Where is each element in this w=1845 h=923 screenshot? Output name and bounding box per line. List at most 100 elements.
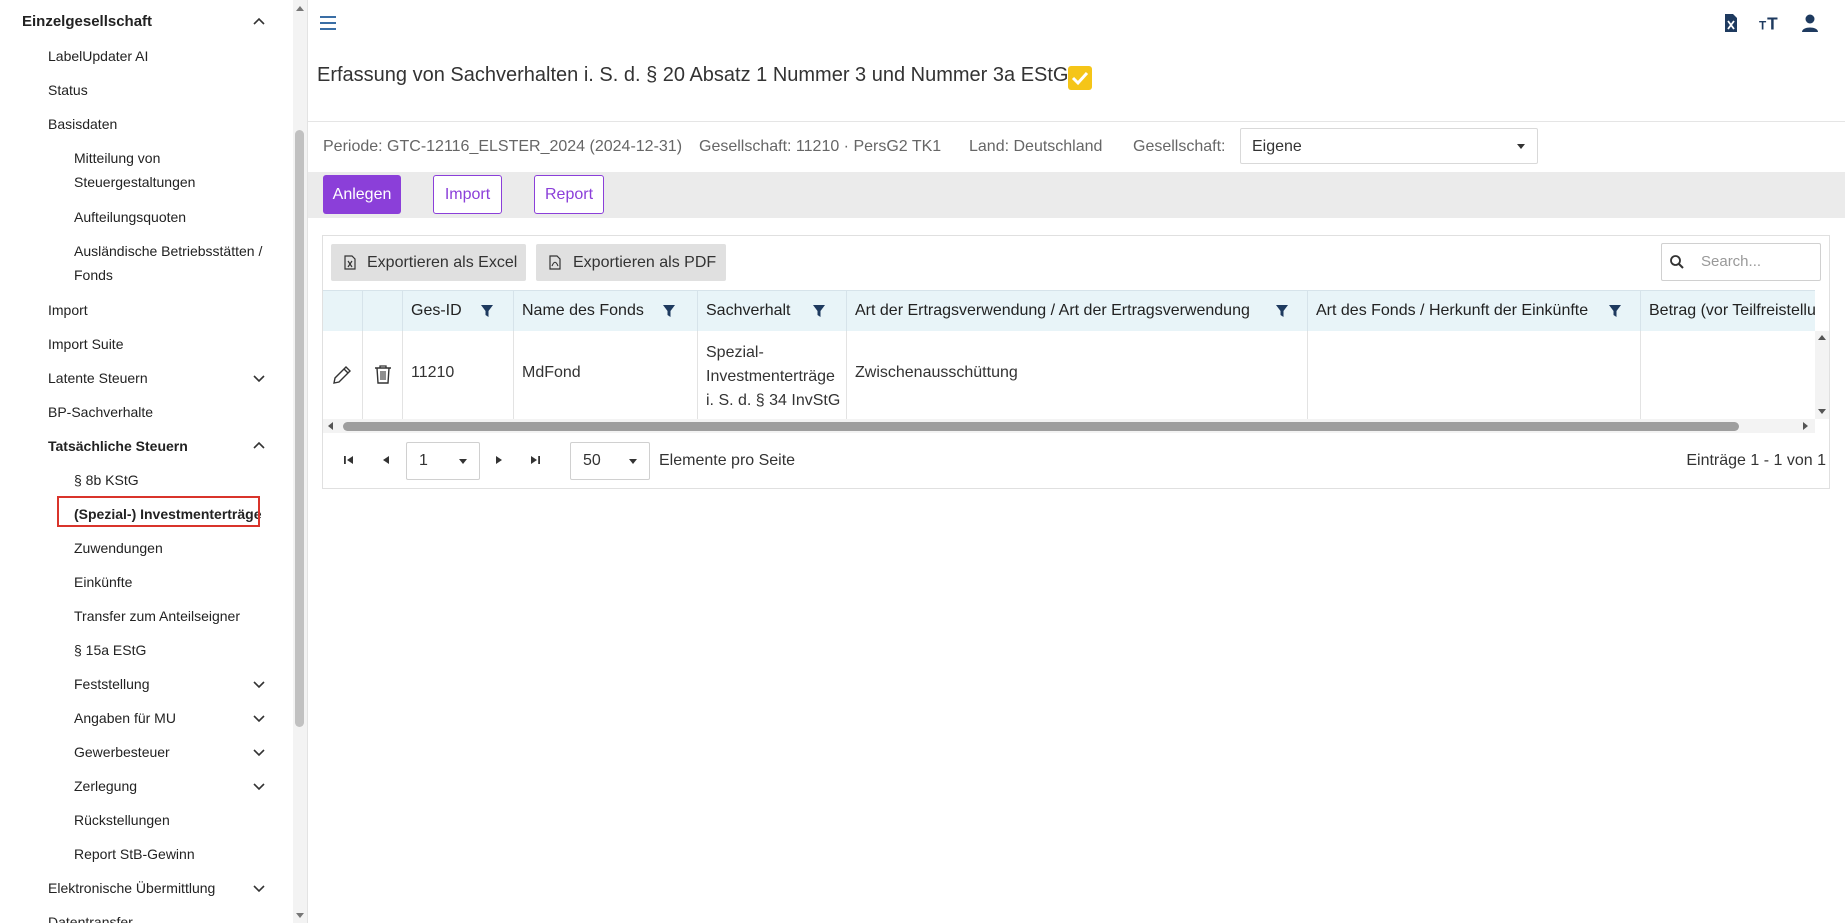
sidebar-item[interactable]: Einzelgesellschaft: [0, 10, 290, 34]
export-pdf-label: Exportieren als PDF: [573, 254, 717, 271]
sidebar-item[interactable]: Basisdaten: [0, 112, 290, 136]
context-info-bar: Periode: GTC-12116_ELSTER_2024 (2024-12-…: [308, 122, 1845, 172]
chevron-down-icon[interactable]: [252, 711, 266, 725]
page-number-select[interactable]: 1: [406, 442, 480, 480]
sidebar-item-label: Feststellung: [74, 676, 150, 692]
excel-file-icon[interactable]: [1721, 13, 1741, 33]
page-size-value: 50: [583, 452, 601, 469]
sidebar-item[interactable]: Ausländische Betriebsstätten / Fonds: [0, 239, 290, 287]
next-page-icon[interactable]: [493, 454, 505, 466]
cell-value: Zwischenausschüttung: [855, 364, 1018, 381]
column-header-betrag[interactable]: Betrag (vor Teilfreistellu: [1641, 291, 1815, 331]
export-excel-button[interactable]: Exportieren als Excel: [331, 244, 526, 281]
sidebar-item[interactable]: Elektronische Übermittlung: [0, 876, 290, 900]
import-button[interactable]: Import: [433, 175, 502, 214]
previous-page-icon[interactable]: [380, 454, 392, 466]
delete-cell: [363, 331, 403, 419]
sidebar-item[interactable]: § 15a EStG: [0, 638, 290, 662]
sidebar-item[interactable]: Angaben für MU: [0, 706, 290, 730]
filter-icon[interactable]: [480, 304, 494, 318]
sidebar-item[interactable]: Zerlegung: [0, 774, 290, 798]
page-title: Erfassung von Sachverhalten i. S. d. § 2…: [317, 64, 1069, 86]
check-icon: [1068, 66, 1092, 90]
dropdown-arrow-icon: [1517, 144, 1525, 149]
sidebar-item[interactable]: Zuwendungen: [0, 536, 290, 560]
sidebar-item[interactable]: Feststellung: [0, 672, 290, 696]
header-edit-col: [323, 291, 363, 331]
report-button[interactable]: Report: [534, 175, 604, 214]
scroll-down-icon[interactable]: [1818, 407, 1826, 415]
user-icon[interactable]: [1800, 13, 1820, 33]
cell-ges-id: 11210: [403, 331, 514, 419]
scroll-down-icon[interactable]: [295, 910, 305, 920]
sidebar-item[interactable]: Mitteilung von Steuergestaltungen: [0, 146, 290, 194]
sidebar-item[interactable]: Latente Steuern: [0, 366, 290, 390]
column-header-ges-id[interactable]: Ges-ID: [403, 291, 514, 331]
sidebar-item[interactable]: Datentransfer: [0, 910, 290, 923]
menu-icon[interactable]: [320, 15, 338, 31]
search-box[interactable]: [1661, 243, 1821, 281]
svg-text:T: T: [1759, 18, 1767, 32]
gesellschaft-select-value: Eigene: [1252, 138, 1302, 155]
cell-value-multiline: Spezial- Investmenterträge i. S. d. § 34…: [706, 341, 846, 413]
table-row[interactable]: 11210 MdFond Spezial- Investmenterträge …: [323, 331, 1815, 419]
sidebar-item-label: Zuwendungen: [74, 540, 163, 556]
text-size-icon[interactable]: T T: [1759, 13, 1779, 33]
column-header-label: Ges-ID: [411, 302, 462, 319]
scroll-up-icon[interactable]: [295, 4, 305, 14]
column-header-art-des-fonds[interactable]: Art des Fonds / Herkunft der Einkünfte: [1308, 291, 1641, 331]
column-header-ertragsverwendung[interactable]: Art der Ertragsverwendung / Art der Ertr…: [847, 291, 1308, 331]
sidebar-item-label: Basisdaten: [48, 116, 118, 132]
cell-name-des-fonds: MdFond: [514, 331, 698, 419]
page-size-select[interactable]: 50: [570, 442, 650, 480]
chevron-down-icon[interactable]: [252, 745, 266, 759]
sidebar-item-label: Elektronische Übermittlung: [48, 880, 216, 896]
last-page-icon[interactable]: [529, 454, 541, 466]
scroll-up-icon[interactable]: [1818, 334, 1826, 342]
export-pdf-button[interactable]: Exportieren als PDF: [536, 244, 726, 281]
sidebar-item[interactable]: Gewerbesteuer: [0, 740, 290, 764]
chevron-up-icon[interactable]: [252, 15, 266, 29]
delete-trash-icon[interactable]: [372, 363, 394, 385]
filter-icon[interactable]: [662, 304, 676, 318]
sidebar-item[interactable]: Status: [0, 78, 290, 102]
sidebar-item[interactable]: § 8b KStG: [0, 468, 290, 492]
chevron-down-icon[interactable]: [252, 779, 266, 793]
chevron-down-icon[interactable]: [252, 371, 266, 385]
sidebar-item[interactable]: Import Suite: [0, 332, 290, 356]
first-page-icon[interactable]: [343, 454, 355, 466]
sidebar-item[interactable]: BP-Sachverhalte: [0, 400, 290, 424]
chevron-up-icon[interactable]: [252, 439, 266, 453]
scroll-right-icon[interactable]: [1801, 422, 1809, 430]
sidebar-item[interactable]: Aufteilungsquoten: [0, 205, 290, 229]
column-header-sachverhalt[interactable]: Sachverhalt: [698, 291, 847, 331]
sidebar-item[interactable]: Einkünfte: [0, 570, 290, 594]
sidebar-item[interactable]: Transfer zum Anteilseigner: [0, 604, 290, 628]
gesellschaft-select[interactable]: Eigene: [1240, 128, 1538, 164]
sidebar-item-label: BP-Sachverhalte: [48, 404, 154, 420]
grid-vertical-scrollbar[interactable]: [1815, 331, 1829, 419]
sidebar-item-label: Report StB-Gewinn: [74, 846, 195, 862]
sidebar-item[interactable]: Report StB-Gewinn: [0, 842, 290, 866]
sidebar-item[interactable]: Import: [0, 298, 290, 322]
sidebar-item[interactable]: LabelUpdater AI: [0, 44, 290, 68]
chevron-down-icon[interactable]: [252, 677, 266, 691]
column-header-name-des-fonds[interactable]: Name des Fonds: [514, 291, 698, 331]
grid-horizontal-scrollbar-thumb[interactable]: [343, 422, 1739, 431]
scroll-left-icon[interactable]: [327, 422, 335, 430]
sidebar-item[interactable]: Rückstellungen: [0, 808, 290, 832]
edit-pencil-icon[interactable]: [331, 364, 353, 386]
per-page-label: Elemente pro Seite: [659, 452, 796, 469]
filter-icon[interactable]: [1608, 304, 1622, 318]
sidebar-item-label: Angaben für MU: [74, 710, 176, 726]
filter-icon[interactable]: [812, 304, 826, 318]
sidebar-item-label: § 8b KStG: [74, 472, 139, 488]
sidebar-item[interactable]: Tatsächliche Steuern: [0, 434, 290, 458]
filter-icon[interactable]: [1275, 304, 1289, 318]
sidebar-nav: Einzelgesellschaft LabelUpdater AI Status B…: [0, 0, 308, 923]
dropdown-arrow-icon: [629, 459, 637, 464]
search-input[interactable]: [1699, 252, 1818, 271]
chevron-down-icon[interactable]: [252, 881, 266, 895]
sidebar-scrollbar-thumb[interactable]: [295, 130, 304, 727]
anlegen-button[interactable]: Anlegen: [323, 175, 401, 214]
